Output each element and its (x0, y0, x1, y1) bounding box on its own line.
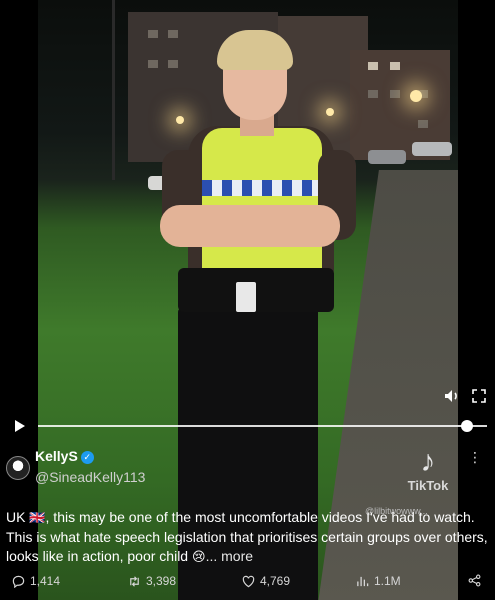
tweet-text: UK 🇬🇧, this may be one of the most uncom… (6, 508, 490, 567)
tiktok-logo-icon: ♪ (420, 445, 436, 478)
hi-vis-vest (202, 128, 322, 274)
repost-icon (130, 575, 139, 587)
progress-track[interactable] (38, 425, 487, 427)
reply-button[interactable]: 1,414 (12, 574, 60, 588)
share-icon (468, 574, 481, 587)
more-options-icon[interactable]: ⋮ (468, 449, 482, 466)
tiktok-brand-label: TikTok (407, 478, 449, 493)
folded-arms (160, 205, 340, 247)
verified-badge-icon: ✓ (80, 451, 94, 464)
like-count: 4,769 (260, 574, 291, 588)
author-name[interactable]: KellyS (35, 448, 78, 464)
author-handle[interactable]: @SineadKelly113 (35, 469, 145, 485)
avatar[interactable] (6, 456, 30, 480)
duty-belt (178, 268, 334, 312)
reply-icon (12, 575, 25, 588)
reply-count: 1,414 (30, 574, 61, 588)
action-bar: 1,414 3,398 4,769 1.1M (0, 574, 495, 594)
progress-handle[interactable] (461, 420, 473, 432)
tweet-text-start: UK (6, 509, 30, 525)
heart-icon (242, 575, 255, 587)
view-count: 1.1M (374, 574, 401, 588)
uk-flag-emoji: 🇬🇧 (29, 510, 46, 525)
id-badge (236, 282, 256, 312)
repost-count: 3,398 (146, 574, 177, 588)
tiktok-watermark: ♪ TikTok (404, 445, 452, 494)
fullscreen-icon[interactable] (472, 389, 486, 408)
volume-icon[interactable] (444, 389, 460, 408)
show-more-link[interactable]: ... more (206, 548, 253, 564)
share-button[interactable] (468, 574, 481, 587)
views-button[interactable]: 1.1M (356, 574, 401, 588)
play-icon[interactable] (14, 419, 26, 438)
views-icon (357, 576, 369, 586)
author-name-row[interactable]: KellyS ✓ (35, 448, 94, 464)
crying-emoji: 😢 (192, 549, 206, 564)
like-button[interactable]: 4,769 (242, 574, 290, 588)
repost-button[interactable]: 3,398 (128, 574, 176, 588)
